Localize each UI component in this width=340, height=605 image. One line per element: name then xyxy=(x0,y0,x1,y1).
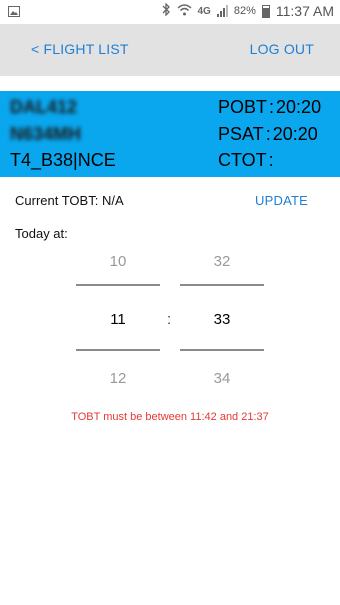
log-out-button[interactable]: LOG OUT xyxy=(250,41,314,57)
psat-label: PSAT xyxy=(218,124,264,144)
network-type-label: 4G xyxy=(197,5,211,17)
top-toolbar: < FLIGHT LIST LOG OUT xyxy=(0,24,340,76)
ctot-separator: : xyxy=(268,150,274,170)
hour-next-value[interactable]: 12 xyxy=(76,370,160,387)
update-button[interactable]: UPDATE xyxy=(255,193,308,208)
time-separator: : xyxy=(167,311,172,328)
signal-icon xyxy=(216,5,228,17)
bluetooth-icon xyxy=(162,2,171,19)
ctot-row: CTOT: xyxy=(218,150,276,171)
flight-list-back-button[interactable]: < FLIGHT LIST xyxy=(31,41,129,57)
hour-current-value[interactable]: 11 xyxy=(76,311,160,328)
image-notification-icon xyxy=(8,4,20,20)
minute-current-value[interactable]: 33 xyxy=(180,311,264,328)
status-icons: 4G 82% 11:37 AM xyxy=(162,2,334,19)
minute-prev-value[interactable]: 32 xyxy=(180,253,264,270)
minute-picker-divider-bottom xyxy=(180,349,264,351)
pobt-value: 20:20 xyxy=(276,97,322,117)
status-bar: 4G 82% 11:37 AM xyxy=(0,0,340,24)
hour-prev-value[interactable]: 10 xyxy=(76,253,160,270)
current-tobt-label: Current TOBT: N/A xyxy=(15,193,124,208)
minute-next-value[interactable]: 34 xyxy=(180,370,264,387)
ctot-label: CTOT xyxy=(218,150,267,170)
today-at-label: Today at: xyxy=(15,226,68,241)
hour-picker-divider-bottom xyxy=(76,349,160,351)
wifi-icon xyxy=(177,3,192,19)
minute-picker-divider-top xyxy=(180,284,264,286)
flight-callsign: DAL412 xyxy=(10,97,78,117)
pobt-row: POBT:20:20 xyxy=(218,97,321,118)
pobt-separator: : xyxy=(269,97,275,117)
battery-icon xyxy=(261,4,270,18)
psat-value: 20:20 xyxy=(272,124,318,144)
pobt-label: POBT xyxy=(218,97,268,117)
clock: 11:37 AM xyxy=(275,3,334,19)
flight-route: T4_B38|NCE xyxy=(10,150,116,170)
psat-separator: : xyxy=(265,124,271,144)
aircraft-registration: N634MH xyxy=(10,124,82,144)
flight-info-panel: DAL412 N634MH T4_B38|NCE POBT:20:20 PSAT… xyxy=(0,91,340,177)
battery-percent: 82% xyxy=(233,5,256,17)
tobt-error-message: TOBT must be between 11:42 and 21:37 xyxy=(71,411,269,423)
psat-row: PSAT:20:20 xyxy=(218,124,318,145)
hour-picker-divider-top xyxy=(76,284,160,286)
